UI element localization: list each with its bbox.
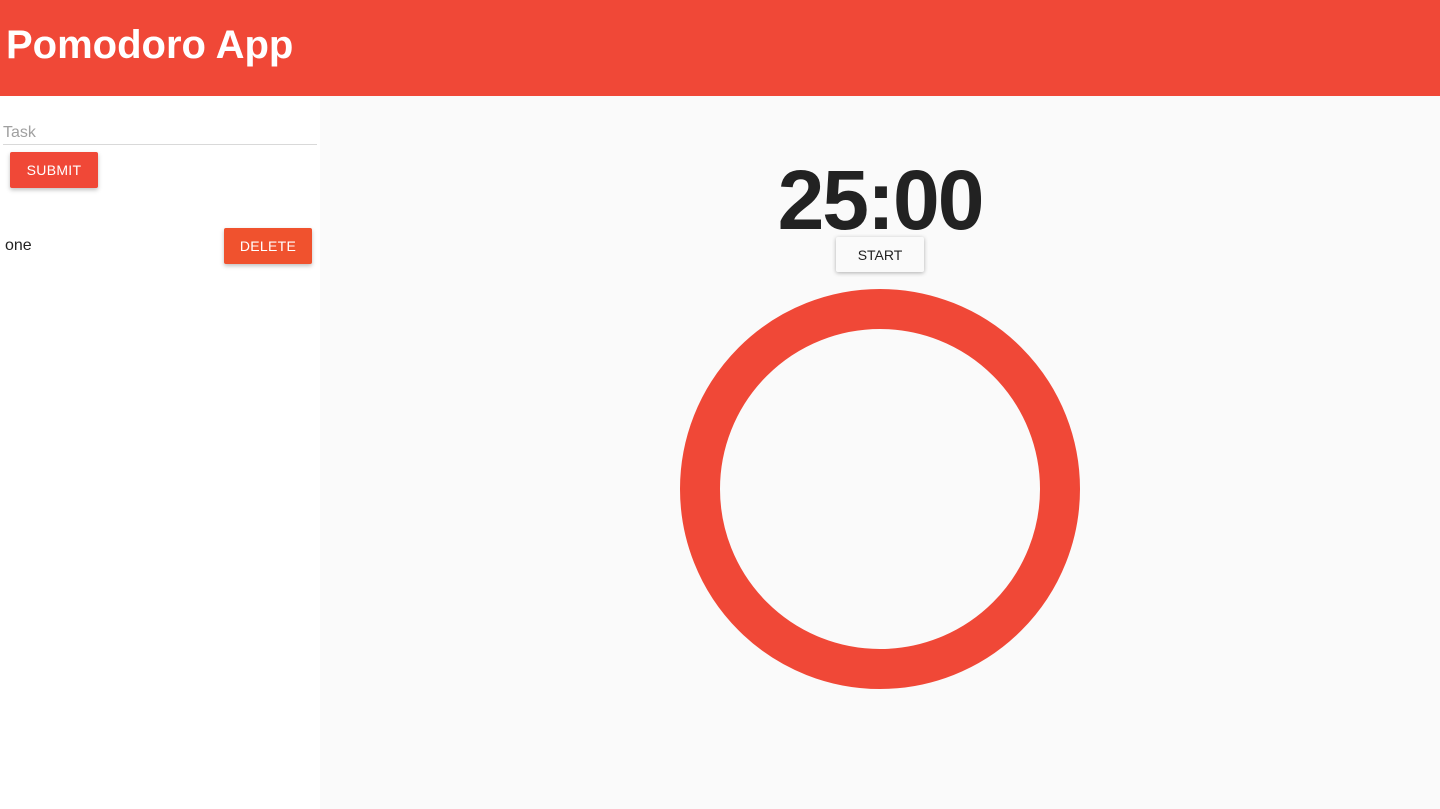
timer-display: 25:00 <box>777 153 985 247</box>
list-item: one DELETE <box>0 228 320 264</box>
sidebar <box>0 96 320 809</box>
progress-ring-arc <box>680 289 1080 689</box>
submit-button[interactable]: SUBMIT <box>10 152 98 188</box>
delete-button[interactable]: DELETE <box>224 228 312 264</box>
app-header: Pomodoro App <box>0 0 1440 96</box>
progress-ring <box>680 289 1080 689</box>
start-button[interactable]: START <box>836 237 924 272</box>
app-title: Pomodoro App <box>6 23 294 67</box>
task-label: one <box>5 237 32 254</box>
task-input[interactable] <box>3 121 317 145</box>
